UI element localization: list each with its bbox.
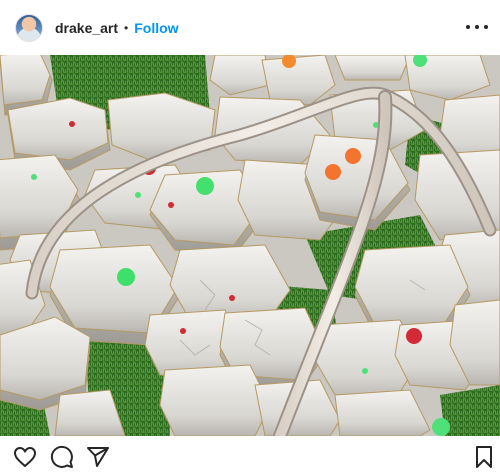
post-image[interactable] [0,55,500,436]
post-header: drake_art • Follow [0,0,500,55]
bookmark-icon[interactable] [472,445,496,469]
avatar[interactable] [15,13,43,42]
separator-dot: • [124,20,129,35]
more-options-icon[interactable] [466,20,488,34]
follow-button[interactable]: Follow [134,20,178,36]
share-icon[interactable] [86,445,110,469]
username[interactable]: drake_art [55,20,118,36]
heart-icon[interactable] [13,445,37,469]
action-bar [0,436,500,474]
comment-icon[interactable] [50,445,74,469]
instagram-post: drake_art • Follow [0,0,500,474]
